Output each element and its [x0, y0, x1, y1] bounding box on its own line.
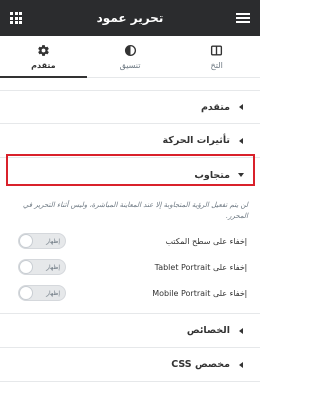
half-circle-icon	[123, 43, 137, 57]
hamburger-menu-icon[interactable]	[236, 13, 250, 23]
caret-left-icon	[239, 361, 243, 368]
hide-tablet-row: إظهار إخفاء على Tablet Portrait	[0, 254, 260, 280]
caret-left-icon	[239, 327, 243, 334]
hide-desktop-label: إخفاء على سطح المكتب	[165, 236, 247, 246]
section-advanced-label: متقدم	[200, 101, 230, 113]
hide-desktop-toggle[interactable]: إظهار	[18, 233, 66, 249]
panel-tabs: متقدم تنسيق التخ	[0, 36, 260, 78]
toggle-text: إظهار	[46, 263, 60, 271]
section-custom-css-label: CSS مخصص	[171, 359, 230, 370]
section-custom-css[interactable]: CSS مخصص	[0, 348, 260, 382]
toggle-knob	[19, 260, 33, 274]
hide-tablet-label: إخفاء على Tablet Portrait	[154, 262, 247, 272]
toggle-text: إظهار	[46, 237, 60, 245]
section-attributes[interactable]: الخصائص	[0, 314, 260, 348]
tab-style-label: تنسيق	[119, 61, 141, 70]
hide-tablet-toggle[interactable]: إظهار	[18, 259, 66, 275]
divider	[0, 306, 260, 314]
tab-layout[interactable]: التخ	[173, 36, 260, 77]
toggle-knob	[19, 286, 33, 300]
highlight-box	[6, 154, 255, 186]
responsive-note: لن يتم تفعيل الرؤية المتجاوبة إلا عند ال…	[22, 201, 248, 220]
section-motion-effects[interactable]: تأثيرات الحركة	[0, 124, 260, 158]
tab-advanced[interactable]: متقدم	[0, 36, 87, 78]
hide-mobile-label: إخفاء على Mobile Portrait	[152, 288, 247, 298]
section-motion-effects-label: تأثيرات الحركة	[162, 135, 230, 146]
panel-title: تحرير عمود	[96, 11, 164, 25]
section-attributes-label: الخصائص	[186, 325, 230, 336]
section-advanced[interactable]: متقدم	[0, 90, 260, 124]
hide-mobile-row: إظهار إخفاء على Mobile Portrait	[0, 280, 260, 306]
hide-mobile-toggle[interactable]: إظهار	[18, 285, 66, 301]
hide-desktop-row: إظهار إخفاء على سطح المكتب	[0, 228, 260, 254]
tab-layout-label: التخ	[210, 61, 223, 70]
columns-icon	[210, 43, 224, 57]
gear-icon	[36, 43, 50, 57]
tab-style[interactable]: تنسيق	[87, 36, 174, 77]
toggle-text: إظهار	[46, 289, 60, 297]
caret-left-icon	[239, 104, 243, 110]
tab-advanced-label: متقدم	[31, 61, 56, 70]
panel-header: تحرير عمود	[0, 0, 260, 36]
toggle-knob	[19, 234, 33, 248]
caret-left-icon	[239, 137, 243, 144]
